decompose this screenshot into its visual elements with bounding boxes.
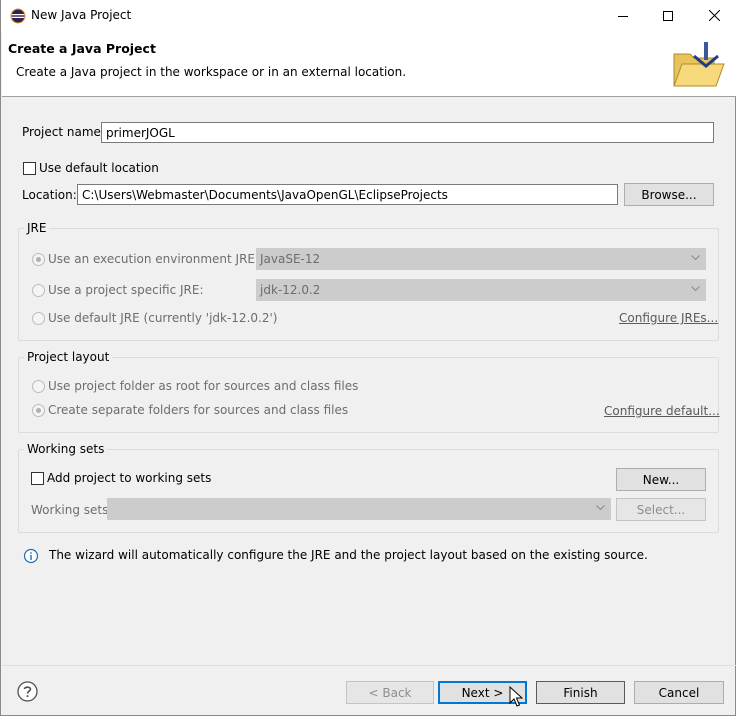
add-working-sets-label: Add project to working sets — [47, 471, 212, 485]
back-button[interactable]: < Back — [346, 681, 434, 704]
page-title: Create a Java Project — [8, 41, 156, 56]
project-specific-select[interactable]: jdk-12.0.2 — [256, 279, 706, 301]
project-specific-label: Use a project specific JRE: — [48, 283, 204, 297]
default-jre-label: Use default JRE (currently 'jdk-12.0.2') — [48, 311, 278, 325]
use-default-location-checkbox[interactable] — [23, 162, 36, 175]
title-bar: New Java Project — [1, 0, 736, 31]
maximize-button[interactable] — [645, 0, 691, 31]
project-name-label: Project name: — [22, 125, 105, 139]
help-icon[interactable] — [17, 681, 38, 702]
jre-group-label: JRE — [24, 221, 50, 235]
layout-root-label: Use project folder as root for sources a… — [48, 379, 359, 393]
chevron-down-icon — [691, 255, 700, 261]
window-title: New Java Project — [31, 8, 132, 22]
default-jre-radio[interactable] — [32, 312, 45, 325]
location-input[interactable]: C:\Users\Webmaster\Documents\JavaOpenGL\… — [77, 184, 618, 205]
eclipse-icon — [10, 8, 26, 24]
chevron-down-icon — [691, 286, 700, 292]
page-description: Create a Java project in the workspace o… — [16, 65, 407, 79]
next-button-label: Next > — [461, 685, 504, 700]
exec-env-value: JavaSE-12 — [260, 252, 321, 266]
cancel-button[interactable]: Cancel — [634, 681, 724, 704]
wizard-header: Create a Java Project Create a Java proj… — [2, 31, 736, 97]
layout-root-radio[interactable] — [32, 380, 45, 393]
add-working-sets-checkbox[interactable] — [31, 472, 44, 485]
project-layout-group-label: Project layout — [24, 350, 113, 364]
configure-jres-link[interactable]: Configure JREs... — [619, 311, 718, 325]
working-sets-group — [18, 449, 719, 533]
browse-button[interactable]: Browse... — [624, 183, 714, 206]
info-message: The wizard will automatically configure … — [49, 548, 648, 562]
chevron-down-icon — [596, 505, 605, 511]
project-name-input[interactable]: primerJOGL — [101, 122, 714, 143]
finish-button[interactable]: Finish — [536, 681, 625, 704]
select-working-sets-button[interactable]: Select... — [616, 498, 706, 521]
location-label: Location: — [22, 188, 77, 202]
project-specific-radio[interactable] — [32, 284, 45, 297]
exec-env-label: Use an execution environment JRE: — [48, 252, 260, 266]
footer-divider — [2, 665, 736, 666]
minimize-button[interactable] — [600, 0, 646, 31]
project-layout-group — [18, 357, 719, 433]
use-default-location-label: Use default location — [39, 161, 159, 175]
new-working-set-button[interactable]: New... — [616, 468, 706, 491]
working-sets-group-label: Working sets — [24, 442, 108, 456]
working-sets-label: Working sets: — [31, 503, 113, 517]
close-button[interactable] — [691, 0, 736, 31]
minimize-icon — [618, 15, 628, 17]
working-sets-select[interactable] — [107, 498, 611, 520]
folder-icon — [670, 40, 730, 92]
close-icon — [708, 10, 720, 21]
mouse-cursor-icon — [509, 685, 524, 708]
exec-env-radio[interactable] — [32, 253, 45, 266]
exec-env-select[interactable]: JavaSE-12 — [256, 248, 706, 270]
layout-separate-radio[interactable] — [32, 404, 45, 417]
project-specific-value: jdk-12.0.2 — [260, 283, 321, 297]
new-java-project-dialog: New Java Project Create a Java Project C… — [0, 0, 736, 716]
configure-default-link[interactable]: Configure default... — [604, 404, 720, 418]
info-icon — [23, 548, 39, 564]
maximize-icon — [663, 10, 673, 21]
layout-separate-label: Create separate folders for sources and … — [48, 403, 349, 417]
